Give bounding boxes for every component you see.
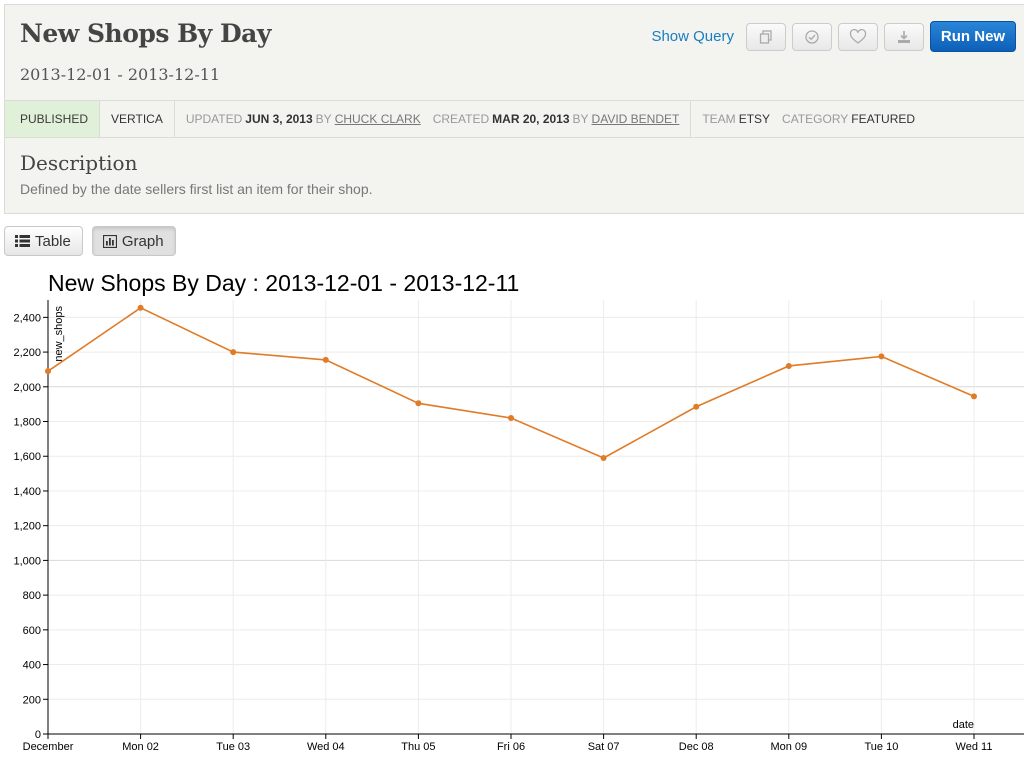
y-tick-label: 1,800 — [13, 417, 41, 429]
updated-label: UPDATED — [185, 112, 243, 126]
y-tick-label: 2,000 — [13, 382, 41, 394]
data-point — [137, 304, 144, 311]
category-label: CATEGORY — [782, 112, 849, 126]
data-point — [508, 415, 514, 422]
heart-icon — [849, 28, 867, 44]
y-tick-label: 2,200 — [13, 347, 41, 359]
y-tick-label: 800 — [23, 590, 41, 602]
date-range-subtitle: 2013-12-01 - 2013-12-11 — [20, 65, 221, 84]
y-tick-label: 1,000 — [13, 555, 41, 567]
data-point — [785, 362, 792, 369]
y-tick-label: 400 — [23, 660, 41, 672]
favorite-button[interactable] — [838, 22, 878, 51]
team-category-info: TEAM ETSY CATEGORY FEATURED — [691, 101, 926, 137]
y-tick-label: 200 — [23, 694, 41, 706]
updated-by-link[interactable]: CHUCK CLARK — [335, 112, 421, 126]
data-point — [45, 368, 51, 375]
data-point — [415, 400, 422, 407]
y-tick-label: 2,400 — [13, 312, 41, 324]
y-axis-label: new_shops — [53, 306, 65, 362]
page-title: New Shops By Day — [20, 19, 271, 48]
data-point — [230, 349, 237, 356]
description-heading: Description — [20, 151, 138, 175]
data-point — [971, 393, 977, 400]
created-date: MAR 20, 2013 — [492, 112, 570, 126]
header-actions: Show Query Run New — [651, 21, 1016, 52]
tab-table-label: Table — [35, 232, 71, 250]
download-button[interactable] — [884, 22, 924, 51]
x-tick-label: Wed 11 — [956, 741, 993, 753]
copy-button[interactable] — [746, 22, 786, 51]
y-tick-label: 1,400 — [13, 486, 41, 498]
y-tick-label: 600 — [23, 625, 41, 637]
data-point — [693, 403, 700, 410]
x-tick-label: Thu 05 — [401, 741, 435, 753]
x-tick-label: Sat 07 — [588, 741, 620, 753]
download-icon — [898, 30, 910, 43]
status-badge: PUBLISHED — [5, 101, 101, 137]
check-circle-icon — [805, 29, 819, 44]
x-tick-label: December — [23, 741, 74, 753]
description-text: Defined by the date sellers first list a… — [20, 181, 373, 197]
x-tick-label: Fri 06 — [497, 741, 525, 753]
copy-icon — [759, 29, 772, 44]
report-meta-bar: PUBLISHED VERTICA UPDATED JUN 3, 2013 BY… — [5, 100, 1024, 138]
run-new-button[interactable]: Run New — [930, 21, 1016, 52]
y-tick-label: 1,600 — [13, 451, 41, 463]
x-tick-label: Mon 09 — [770, 741, 807, 753]
tab-graph-label: Graph — [121, 232, 164, 250]
x-tick-label: Dec 08 — [679, 741, 714, 753]
approve-button[interactable] — [792, 22, 832, 51]
data-point — [878, 353, 885, 360]
data-point — [600, 454, 607, 461]
bar-chart-icon — [102, 234, 117, 248]
list-icon — [15, 235, 30, 247]
tab-graph[interactable]: Graph — [91, 226, 176, 256]
updated-by-label: BY — [315, 112, 332, 126]
engine-label: VERTICA — [100, 101, 175, 137]
line-chart: 0 200 400 600 800 1,000 1,200 1,400 1,600 1,800 2,… — [13, 300, 1024, 753]
x-tick-label: Tue 03 — [216, 741, 250, 753]
chart-title: New Shops By Day : 2013-12-01 - 2013-12-… — [48, 270, 520, 296]
created-by-link[interactable]: DAVID BENDET — [592, 112, 680, 126]
y-tick-label: 1,200 — [13, 521, 41, 533]
report-header: New Shops By Day 2013-12-01 - 2013-12-11… — [4, 4, 1024, 214]
updated-date: JUN 3, 2013 — [245, 112, 313, 126]
created-by-label: BY — [572, 112, 589, 126]
category-value: FEATURED — [851, 112, 916, 126]
history-info: UPDATED JUN 3, 2013 BY CHUCK CLARK CREAT… — [175, 101, 692, 137]
y-tick-label: 0 — [35, 729, 41, 741]
x-axis-label: date — [953, 719, 974, 731]
view-tabs: Table Graph — [4, 226, 185, 256]
x-tick-label: Tue 10 — [864, 741, 898, 753]
team-label: TEAM — [702, 112, 736, 126]
x-tick-label: Mon 02 — [122, 741, 159, 753]
x-tick-label: Wed 04 — [307, 741, 345, 753]
tab-table[interactable]: Table — [4, 226, 83, 256]
data-point — [322, 356, 329, 363]
show-query-link[interactable]: Show Query — [651, 28, 734, 45]
team-value: ETSY — [738, 112, 771, 126]
created-label: CREATED — [432, 112, 490, 126]
